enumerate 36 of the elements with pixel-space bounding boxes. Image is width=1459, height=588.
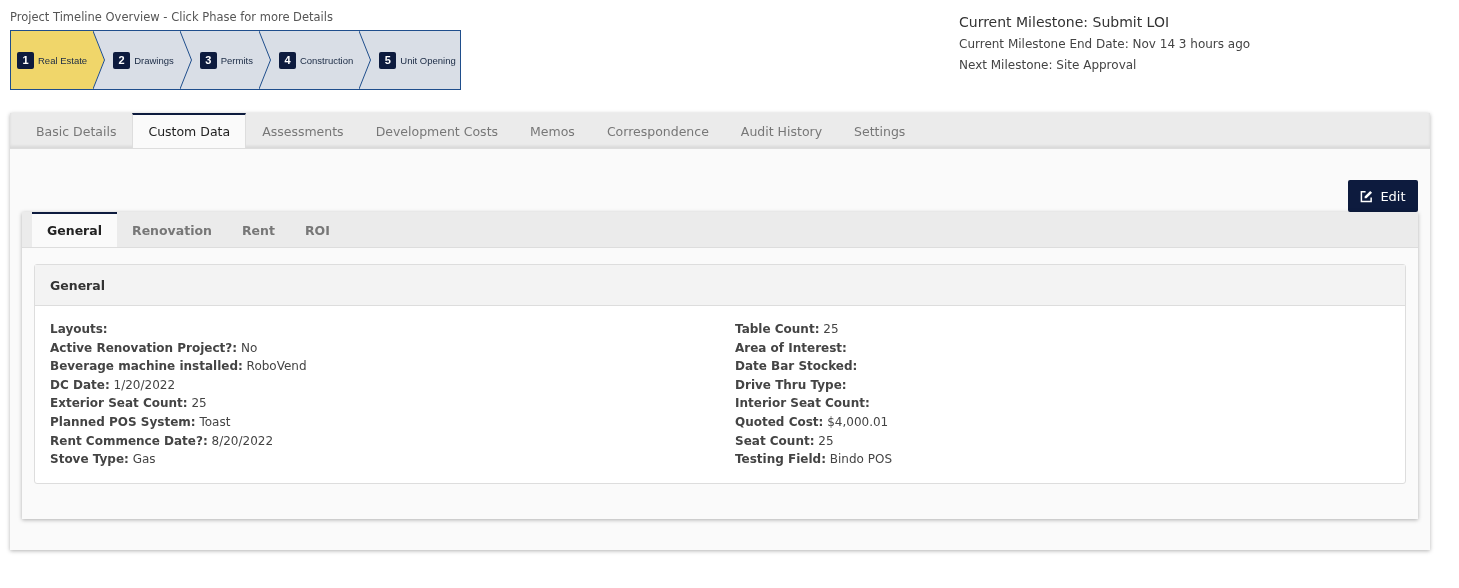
next-milestone: Next Milestone: Site Approval — [959, 58, 1138, 72]
field-text: Active Renovation Project?: No — [50, 339, 259, 357]
field-text: Drive Thru Type: — [735, 376, 848, 394]
card-title: General — [35, 265, 1405, 306]
tab[interactable]: Audit History — [724, 113, 839, 148]
subtab[interactable]: Rent — [226, 212, 290, 247]
edit-icon — [1360, 189, 1374, 203]
tab[interactable]: Settings — [838, 113, 922, 148]
timeline-title: Project Timeline Overview - Click Phase for more Details — [10, 10, 334, 24]
edit-button[interactable]: Edit — [1348, 180, 1418, 212]
field-text: Seat Count: 25 — [735, 432, 835, 450]
field-text: Exterior Seat Count: 25 — [50, 395, 208, 413]
tab[interactable]: Memos — [514, 113, 591, 148]
field-text: Quoted Cost: $4,000.01 — [735, 413, 890, 431]
field-text: Area of Interest: — [735, 339, 848, 357]
tab[interactable]: Custom Data — [132, 113, 247, 148]
tab[interactable]: Development Costs — [359, 113, 515, 148]
field-text: Rent Commence Date?: 8/20/2022 — [50, 432, 275, 450]
field-text: DC Date: 1/20/2022 — [50, 376, 177, 394]
field-text: Table Count: 25 — [735, 321, 840, 338]
tab[interactable]: Correspondence — [590, 113, 725, 148]
field-text: Layouts: — [50, 321, 109, 338]
field-text: Date Bar Stocked: — [735, 358, 859, 376]
field-text: Planned POS System: Toast — [50, 413, 232, 431]
phase-step[interactable]: 1 Real Estate — [11, 31, 106, 89]
milestone-end-date: Current Milestone End Date: Nov 14 3 hours ago — [959, 37, 1252, 51]
tab[interactable]: Assessments — [246, 113, 360, 148]
tab[interactable]: Basic Details — [20, 113, 133, 148]
field-text: Beverage machine installed: RoboVend — [50, 358, 308, 376]
subtab[interactable]: ROI — [289, 212, 345, 247]
field-text: Testing Field: Bindo POS — [735, 451, 894, 469]
current-milestone: Current Milestone: Submit LOI — [959, 14, 1171, 30]
subtab[interactable]: Renovation — [117, 212, 227, 247]
field-text: Interior Seat Count: — [735, 395, 871, 413]
field-text: Stove Type: Gas — [50, 451, 157, 469]
subtab[interactable]: General — [32, 212, 117, 247]
